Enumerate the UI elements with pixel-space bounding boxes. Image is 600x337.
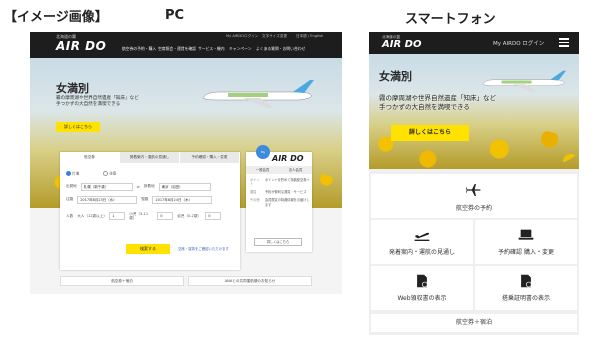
airplane-image (482, 70, 566, 92)
smartphone-label: スマートフォン (405, 12, 496, 27)
pc-detail-button[interactable]: 詳しくはこちら (56, 122, 100, 132)
airplane-icon (466, 184, 481, 196)
pc-language-link[interactable]: 日本語 / English (296, 34, 323, 39)
sp-menu-flight-status-label: 発着案内・運航の見通し (388, 249, 455, 256)
airplane-image (202, 80, 314, 108)
sp-login-link[interactable]: My AIRDO ログイン (493, 39, 544, 47)
pc-booking-panel: 航空券 発着案内・運航の見通し 予約確認・購入・変更 片道 往復 出発地 札幌（… (60, 152, 240, 270)
pc-nav-faq[interactable]: よくある質問・お問い合わせ (256, 46, 305, 52)
tab-reservation[interactable]: 予約確認・購入・変更 (180, 152, 240, 163)
from-select[interactable]: 札幌（新千歳） (80, 182, 133, 191)
pc-label: PC (165, 8, 185, 23)
pc-member-more-button[interactable]: 詳しくはこちら (254, 238, 302, 246)
pc-header: 北海道の翼 AIR DO My AIRDOログイン 文字サイズ変更 日本語 / … (30, 32, 342, 58)
pc-screenshot: 北海道の翼 AIR DO My AIRDOログイン 文字サイズ変更 日本語 / … (30, 32, 342, 294)
sp-menu-reservation[interactable]: 予約確認 購入・変更 (475, 220, 577, 264)
sp-hero-title: 女満別 (379, 70, 412, 83)
pc-mypage-login-link[interactable]: My AIRDOログイン (226, 34, 258, 39)
to-label: 到着地 (143, 184, 155, 188)
pc-logo[interactable]: AIR DO (56, 39, 106, 53)
pc-hero-subtitle-line2: 手つかずの大自然を満喫できる (56, 102, 121, 108)
receipt-document-icon (417, 274, 428, 288)
pc-bottom-links: 航空券＋宿泊 ANAとの共同運航便のお知らせ (60, 276, 312, 286)
trip-oneway-radio[interactable]: 片道 (66, 170, 79, 177)
pax-infant-label: 幼児（0-2歳） (177, 213, 202, 218)
pc-side-logo: AIR DO (272, 154, 304, 163)
trip-roundtrip-radio[interactable]: 往復 (103, 170, 116, 177)
sp-menu-flight-status[interactable]: 発着案内・運航の見通し (371, 220, 473, 264)
sp-hero-subtitle-line2: 手つかずの大自然を満喫できる (379, 103, 470, 112)
sp-menu-grid: 発着案内・運航の見通し 予約確認 購入・変更 Web領収書の表示 搭乗証明書の表… (371, 220, 577, 310)
certificate-document-icon (521, 274, 532, 288)
pc-member-panel: My AIR DO 一般会員 法人会員 ポイント ポイントを貯めて特典航空券へ 運… (246, 145, 312, 252)
swap-icon[interactable]: ⇄ (137, 185, 140, 189)
tab-general-member[interactable]: 一般会員 (246, 166, 279, 174)
hamburger-menu-icon[interactable] (559, 38, 569, 47)
pax-adult-select[interactable]: 1 (109, 212, 126, 220)
pax-label: 人数 (66, 213, 74, 218)
list-item: ポイント ポイントを貯めて特典航空券へ (250, 178, 310, 187)
sp-menu-book-ticket[interactable]: 航空券の予約 (371, 174, 577, 218)
sp-menu-web-receipt-label: Web領収書の表示 (397, 295, 447, 302)
pc-nav-booking[interactable]: 航空券の予約・購入 (122, 46, 156, 52)
sp-menu-book-label: 航空券の予約 (455, 205, 492, 212)
sp-logo[interactable]: AIR DO (382, 39, 421, 50)
depart-date-field[interactable]: 2017年8月23日（水） (77, 195, 138, 204)
return-label: 復路 (141, 197, 149, 201)
pc-package-link[interactable]: 航空券＋宿泊 (60, 276, 184, 286)
pc-hero-subtitle: 霧の摩周湖や世界自然遺産「知床」など 手つかずの大自然を満喫できる (56, 96, 139, 108)
tab-flight-status[interactable]: 発着案内・運航の見通し (120, 152, 180, 163)
search-button[interactable]: 検索する (126, 244, 170, 254)
pc-booking-form: 片道 往復 出発地 札幌（新千歳） ⇄ 到着地 東京（羽田） 往路 2017年8… (60, 163, 240, 230)
from-label: 出発地 (66, 184, 77, 188)
list-item: 運賃 予約が便利な運賃・サービス (250, 190, 307, 195)
tab-corporate-member[interactable]: 法人会員 (279, 166, 312, 174)
pc-nav-fares[interactable]: 空席照会・運賃を確認 (158, 46, 196, 52)
sp-hero-subtitle-line1: 霧の摩周湖や世界自然遺産「知床」など (379, 94, 496, 102)
pc-booking-tabs: 航空券 発着案内・運航の見通し 予約確認・購入・変更 (60, 152, 240, 163)
to-select[interactable]: 東京（羽田） (158, 182, 211, 191)
page-heading: 【イメージ画像】 (4, 10, 108, 25)
sp-hero-banner[interactable]: 女満別 霧の摩周湖や世界自然遺産「知床」など 手つかずの大自然を満喫できる 詳し… (369, 54, 579, 169)
return-date-field[interactable]: 2017年8月24日（木） (152, 195, 213, 204)
sp-menu-reservation-label: 予約確認 購入・変更 (498, 249, 554, 256)
pc-codeshare-link[interactable]: ANAとの共同運航便のお知らせ (188, 276, 312, 286)
tab-ticket[interactable]: 航空券 (60, 152, 120, 163)
sp-menu-web-receipt[interactable]: Web領収書の表示 (371, 266, 473, 310)
sp-menu-boarding-certificate[interactable]: 搭乗証明書の表示 (475, 266, 577, 310)
depart-label: 往路 (66, 197, 74, 201)
sp-menu-boarding-certificate-label: 搭乗証明書の表示 (501, 295, 550, 302)
sp-menu-ticket-hotel[interactable]: 航空券＋宿泊 (371, 314, 577, 332)
list-item: その他 会員限定の特典情報をお届けします (250, 198, 310, 207)
pax-child-select[interactable]: 0 (157, 212, 174, 220)
sp-header: 北海道の翼 AIR DO My AIRDO ログイン (369, 32, 579, 54)
takeoff-icon (414, 232, 430, 241)
pax-child-label: 小児（3-11歳） (129, 211, 149, 220)
search-fare-link[interactable]: 空席・運賃をご確認いただけます (178, 246, 229, 251)
laptop-icon (518, 229, 534, 240)
pax-infant-select[interactable]: 0 (205, 212, 222, 220)
pc-member-tabs: 一般会員 法人会員 (246, 166, 312, 174)
sp-hero-subtitle: 霧の摩周湖や世界自然遺産「知床」など 手つかずの大自然を満喫できる (379, 94, 496, 112)
pc-font-size-link[interactable]: 文字サイズ変更 (262, 34, 287, 39)
pc-nav-campaign[interactable]: キャンペーン (229, 46, 252, 52)
sp-detail-button[interactable]: 詳しくはこちら (391, 125, 469, 141)
pc-hero-title: 女満別 (56, 82, 89, 95)
pax-adult-label: 大人（12歳以上） (77, 213, 107, 218)
pc-nav-service[interactable]: サービス・機内 (198, 46, 225, 52)
smartphone-screenshot: 北海道の翼 AIR DO My AIRDO ログイン 女満別 霧の摩周湖や世界自… (369, 32, 579, 335)
my-badge-icon: My (256, 145, 270, 159)
pc-member-list: ポイント ポイントを貯めて特典航空券へ 運賃 予約が便利な運賃・サービス その他 会員… (250, 178, 310, 211)
